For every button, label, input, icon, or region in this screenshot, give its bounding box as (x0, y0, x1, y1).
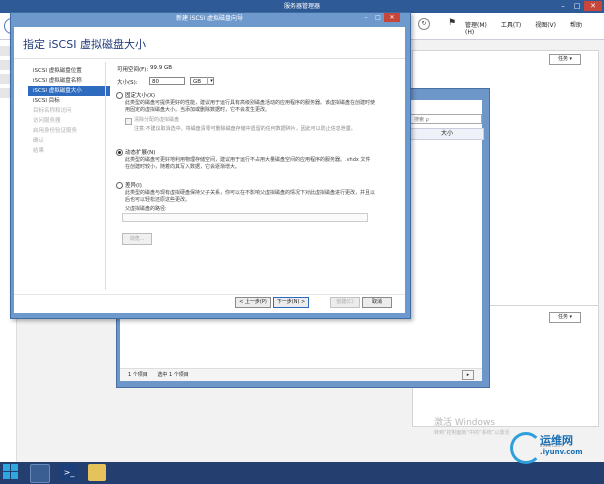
step-location[interactable]: iSCSI 虚拟磁盘位置 (28, 66, 110, 76)
status-item-count: 1 个项目 (128, 372, 148, 378)
clear-disk-note: 注意:不建议取消选中。将磁盘清零可删除磁盘存储中遗留的任何数据碎片，因此可以防止… (134, 126, 356, 132)
site-logo-name: 运维网 (540, 434, 573, 447)
wizard-title: 新建 iSCSI 虚拟磁盘向导 (175, 15, 244, 22)
divider (105, 62, 106, 290)
server-manager-taskbar-icon[interactable] (30, 464, 50, 483)
step-results: 结果 (33, 148, 45, 154)
close-icon[interactable]: ✕ (384, 13, 400, 22)
previous-button[interactable]: < 上一步(P) (235, 297, 271, 308)
clear-disk-checkbox (125, 118, 132, 125)
minimize-icon[interactable]: – (556, 1, 570, 11)
menu-manage[interactable]: 管理(M) (465, 22, 487, 29)
step-target[interactable]: iSCSI 目标 (28, 96, 110, 106)
fixed-size-radio[interactable] (116, 92, 123, 99)
fixed-size-description: 此类型的磁盘可提供更好的性能，建议用于运行具有高级别磁盘活动的应用程序的服务器。… (125, 100, 376, 113)
menu-view[interactable]: 视图(V) (535, 22, 556, 29)
chevron-down-icon[interactable]: ▾ (207, 77, 215, 85)
differencing-label: 差异(I) (125, 183, 142, 189)
differencing-radio[interactable] (116, 182, 123, 189)
site-logo-url: .iyunv.com (540, 448, 583, 456)
start-button[interactable] (3, 464, 19, 480)
size-label: 大小(S): (117, 80, 138, 86)
step-name[interactable]: iSCSI 虚拟磁盘名称 (28, 76, 110, 86)
fixed-size-label: 固定大小(X) (125, 93, 156, 99)
status-bar: 1 个项目 选中 1 个项目 (120, 368, 482, 381)
maximize-icon[interactable]: □ (570, 1, 584, 11)
divider (14, 58, 405, 59)
dynamic-expanding-label: 动态扩展(N) (125, 150, 156, 156)
activation-watermark-subtitle: 转到“控制面板”中的“系统”以激活 (434, 430, 510, 436)
dynamic-expanding-description: 此类型的磁盘可更好地利用物理存储空间，建议用于运行不占用大量磁盘空间的应用程序的… (125, 157, 371, 170)
close-icon[interactable]: ✕ (584, 1, 602, 11)
differencing-description: 此类型的磁盘与现有虚拟硬盘保持父子关系，你可以在不影响父虚拟磁盘的情况下对此虚拟… (125, 190, 376, 203)
notifications-flag-icon[interactable]: ⚑ (448, 18, 456, 28)
status-selected-count: 选中 1 个项目 (157, 372, 189, 378)
window-controls: – □ ✕ (556, 1, 602, 11)
column-header-size[interactable]: 大小 (410, 128, 484, 140)
wizard-steps-nav: iSCSI 虚拟磁盘位置 iSCSI 虚拟磁盘名称 iSCSI 虚拟磁盘大小 i… (28, 66, 110, 156)
wizard-window-controls: – □ ✕ (360, 13, 400, 22)
free-space-value: 99.9 GB (150, 65, 173, 71)
parent-path-label: 父虚拟磁盘的路径: (125, 206, 167, 212)
step-confirmation: 确认 (33, 138, 45, 144)
browse-button: 浏览... (122, 233, 152, 245)
divider (14, 294, 405, 295)
dynamic-expanding-radio[interactable] (116, 149, 123, 156)
create-button: 创建(C) (330, 297, 360, 308)
page-title: 指定 iSCSI 虚拟磁盘大小 (23, 38, 146, 51)
activation-watermark-title: 激活 Windows (434, 418, 496, 428)
powershell-taskbar-icon[interactable]: >_ (60, 464, 78, 481)
tasks-dropdown[interactable]: 任务 ▾ (549, 312, 581, 323)
site-logo-icon (510, 432, 542, 464)
tasks-dropdown[interactable]: 任务 ▾ (549, 54, 581, 65)
clear-disk-label: 清除分配的虚拟磁盘 (134, 117, 180, 123)
menu-tools[interactable]: 工具(T) (501, 22, 521, 29)
server-manager-menu: 管理(M) 工具(T) 视图(V) 帮助(H) (465, 20, 604, 36)
cancel-button[interactable]: 取消 (362, 297, 392, 308)
maximize-icon[interactable]: □ (372, 13, 384, 22)
next-button[interactable]: 下一步(N) > (273, 297, 309, 308)
free-space-label: 可用空间(F): (117, 67, 149, 73)
scroll-arrow-icon[interactable]: ▸ (462, 370, 474, 380)
refresh-icon[interactable]: ↻ (418, 18, 430, 30)
step-authentication: 启用身份验证服务 (33, 128, 78, 134)
minimize-icon[interactable]: – (360, 13, 372, 22)
search-input[interactable]: 搜索 ρ (410, 114, 482, 124)
step-access-servers: 访问服务器 (33, 118, 61, 124)
step-size[interactable]: iSCSI 虚拟磁盘大小 (28, 86, 110, 96)
parent-path-input (122, 213, 368, 222)
size-input[interactable]: 80 (149, 77, 185, 85)
step-target-name-access: 目标名称和访问 (33, 108, 72, 114)
file-explorer-taskbar-icon[interactable] (88, 464, 106, 481)
